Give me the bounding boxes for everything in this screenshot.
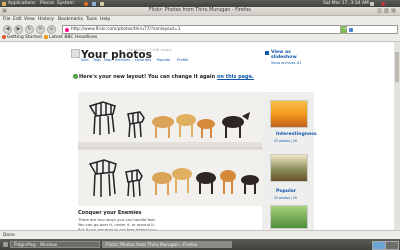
third-thumbnail[interactable]: [270, 205, 308, 229]
bookmarks-toolbar: Getting Started Latest BBC Headlines: [0, 34, 400, 42]
menu-applications[interactable]: Applications: [8, 1, 36, 6]
interestingness-count[interactable]: 25 photos | 50: [274, 139, 297, 143]
toy-animals-photo: [78, 92, 263, 206]
menu-tools[interactable]: Tools: [86, 17, 97, 22]
workspace-1-icon[interactable]: [372, 241, 386, 250]
site-favicon-icon: [65, 27, 69, 32]
search-input[interactable]: [346, 25, 398, 34]
help-launcher-icon[interactable]: [100, 1, 104, 6]
foot-icon[interactable]: [2, 1, 6, 6]
rss-icon: [44, 35, 48, 39]
notice-text: Here's your new layout! You can change i…: [79, 74, 216, 80]
tab-map[interactable]: Map: [104, 58, 112, 62]
reload-icon[interactable]: ↻: [25, 25, 34, 34]
window-title: Flickr: Photos from Thiru Murugan - Fire…: [149, 8, 251, 13]
clock[interactable]: Sat Mar 17, 3:34 AM: [323, 1, 369, 6]
menu-history[interactable]: History: [38, 17, 54, 22]
close-icon[interactable]: ×: [391, 8, 396, 13]
bottom-taskbar: PidginMsg - Window Flickr: Photos from T…: [0, 239, 400, 250]
workspace-2-icon[interactable]: [385, 241, 399, 250]
menu-view[interactable]: View: [24, 17, 35, 22]
notice-link[interactable]: on this page.: [217, 74, 254, 80]
status-text: Done: [3, 233, 15, 238]
top-panel: Applications Places System Sat Mar 17, 3…: [0, 0, 400, 7]
layout-notice: Here's your new layout! You can change i…: [79, 74, 254, 80]
menubar: File Edit View History Bookmarks Tools H…: [0, 16, 400, 23]
photo-title[interactable]: Conquer your Enemies: [78, 210, 142, 216]
main-photo[interactable]: [78, 92, 263, 206]
slideshow-icon[interactable]: [265, 51, 269, 55]
scrollbar-thumb[interactable]: [395, 52, 399, 82]
menu-help[interactable]: Help: [100, 17, 110, 22]
task-firefox[interactable]: Flickr: Photos from Thiru Murugan - Fire…: [102, 241, 232, 248]
popular-link[interactable]: Popular: [276, 189, 296, 194]
email-launcher-icon[interactable]: [92, 1, 96, 6]
menu-system[interactable]: System: [57, 1, 74, 6]
menu-places[interactable]: Places: [40, 1, 54, 6]
navigation-toolbar: ◀ ▶ ↻ ✕ ⌂ http://www.flickr.com/photos/t…: [0, 23, 400, 34]
interestingness-link[interactable]: Interestingness: [276, 132, 317, 137]
menu-bookmarks[interactable]: Bookmarks: [58, 17, 83, 22]
tab-sets[interactable]: Sets: [81, 58, 89, 62]
firefox-bookmark-icon: [2, 35, 6, 39]
interestingness-thumbnail[interactable]: [270, 100, 308, 128]
forward-icon[interactable]: ▶: [14, 25, 23, 34]
tab-profile[interactable]: Profile: [177, 58, 188, 62]
minimize-icon[interactable]: _: [377, 8, 382, 13]
tab-archives[interactable]: Archives: [115, 58, 130, 62]
menu-file[interactable]: File: [3, 17, 11, 22]
slideshow-title[interactable]: View as slideshow: [271, 50, 305, 60]
volume-icon[interactable]: [370, 1, 374, 6]
buddy-icon[interactable]: [71, 49, 80, 58]
back-icon[interactable]: ◀: [3, 25, 12, 34]
show-desktop-icon[interactable]: [3, 242, 8, 247]
tab-favorites[interactable]: Favorites: [135, 58, 151, 62]
address-text[interactable]: http://www.flickr.com/photos/thiru77/?sa…: [71, 27, 181, 32]
check-icon: ✓: [73, 74, 78, 79]
search-engine-icon[interactable]: [349, 27, 353, 32]
slideshow-link[interactable]: View as slideshow: [271, 50, 305, 60]
status-bar: Done: [0, 230, 400, 239]
tab-tags[interactable]: Tags: [93, 58, 101, 62]
popular-count[interactable]: 25 photos | 50: [274, 196, 297, 200]
popular-thumbnail[interactable]: [270, 154, 308, 182]
address-bar[interactable]: http://www.flickr.com/photos/thiru77/?sa…: [62, 25, 342, 34]
window-titlebar[interactable]: ▾ Flickr: Photos from Thiru Murugan - Fi…: [0, 7, 400, 16]
stop-icon[interactable]: ✕: [36, 25, 45, 34]
vertical-scrollbar[interactable]: [394, 42, 400, 230]
task-pidgin[interactable]: PidginMsg - Window: [10, 241, 100, 248]
bookmark-bbc-headlines[interactable]: Latest BBC Headlines: [44, 35, 97, 40]
slideshow-subtitle[interactable]: Show archives #1: [271, 61, 302, 65]
maximize-icon[interactable]: □: [384, 8, 389, 13]
tab-popular[interactable]: Popular: [157, 58, 170, 62]
menu-edit[interactable]: Edit: [13, 17, 22, 22]
photo-stats: (16 photos | 3,448 views): [127, 48, 172, 52]
firefox-launcher-icon[interactable]: [84, 1, 88, 6]
home-icon[interactable]: ⌂: [47, 25, 56, 34]
bookmark-getting-started[interactable]: Getting Started: [2, 35, 42, 40]
quit-icon[interactable]: [381, 1, 385, 6]
